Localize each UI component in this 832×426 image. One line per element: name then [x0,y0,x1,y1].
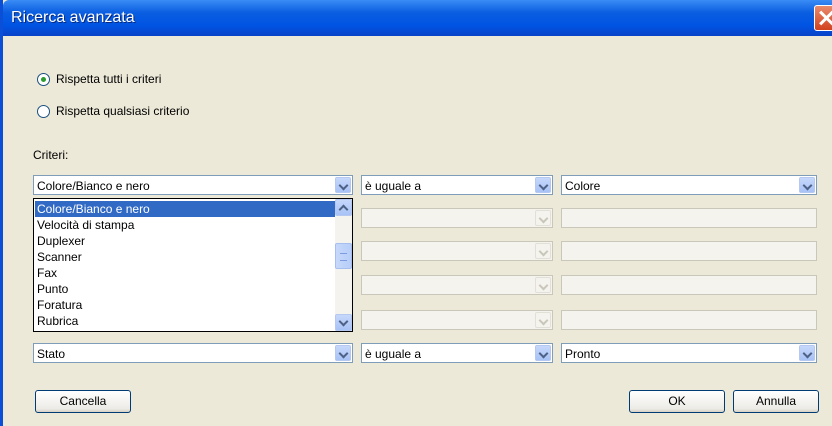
list-item[interactable]: Duplexer [35,233,335,249]
criteria-operator-value-6: è uguale a [365,347,422,361]
criteria-value-value-1: Colore [565,179,601,193]
list-item[interactable]: Fax [35,265,335,281]
clear-button[interactable]: Cancella [35,390,131,413]
cancel-button[interactable]: Annulla [733,390,819,413]
criteria-field-select-6[interactable]: Stato [33,343,353,363]
chevron-down-icon[interactable] [535,177,551,193]
list-item[interactable]: Punto [35,281,335,297]
list-scrollbar[interactable] [335,199,352,331]
scroll-down-icon[interactable] [335,314,352,331]
match-all-radio[interactable] [37,72,50,86]
criteria-operator-select-2 [361,208,553,228]
criteria-value-value-6: Pronto [565,347,601,361]
criteria-value-select-1[interactable]: Colore [561,175,817,195]
criteria-operator-select-6[interactable]: è uguale a [361,343,553,363]
criteria-value-field-3 [561,241,817,261]
match-any-label: Rispetta qualsiasi criterio [56,104,190,118]
criteria-operator-select-3 [361,241,553,261]
chevron-down-icon [535,243,551,259]
list-item[interactable]: Scanner [35,249,335,265]
criteria-label: Criteri: [33,148,69,162]
chevron-down-icon[interactable] [335,177,351,193]
criteria-operator-select-4 [361,275,553,295]
list-item[interactable]: Foratura [35,297,335,313]
chevron-down-icon[interactable] [335,345,351,361]
list-item[interactable]: Colore/Bianco e nero [35,201,335,217]
criteria-field-value-1: Colore/Bianco e nero [37,179,150,193]
criteria-field-value-6: Stato [37,347,66,361]
chevron-down-icon[interactable] [535,345,551,361]
advanced-search-dialog: Ricerca avanzata Rispetta tutti i criter… [0,0,832,426]
criteria-field-select-1[interactable]: Colore/Bianco e nero [33,175,353,195]
close-icon[interactable] [814,5,832,31]
chevron-down-icon[interactable] [799,177,815,193]
match-any-option[interactable]: Rispetta qualsiasi criterio [37,104,189,118]
list-item[interactable]: Rubrica [35,313,335,329]
criteria-value-field-2 [561,208,817,228]
match-any-radio[interactable] [37,104,50,118]
title-bar: Ricerca avanzata [3,0,832,36]
criteria-operator-value-1: è uguale a [365,179,422,193]
criteria-operator-select-5 [361,310,553,330]
criteria-field-dropdown-list[interactable]: Colore/Bianco e nero Velocità di stampa … [33,198,353,332]
chevron-down-icon [535,210,551,226]
ok-button[interactable]: OK [629,390,725,413]
chevron-down-icon [535,277,551,293]
list-item[interactable]: Velocità di stampa [35,217,335,233]
match-all-label: Rispetta tutti i criteri [56,72,162,86]
match-all-option[interactable]: Rispetta tutti i criteri [37,72,161,86]
dialog-title: Ricerca avanzata [11,9,135,26]
criteria-value-field-5 [561,310,817,330]
chevron-down-icon [535,312,551,328]
criteria-operator-select-1[interactable]: è uguale a [361,175,553,195]
chevron-down-icon[interactable] [799,345,815,361]
scroll-thumb[interactable] [335,243,352,269]
criteria-value-select-6[interactable]: Pronto [561,343,817,363]
scroll-up-icon[interactable] [335,199,352,216]
criteria-value-field-4 [561,275,817,295]
